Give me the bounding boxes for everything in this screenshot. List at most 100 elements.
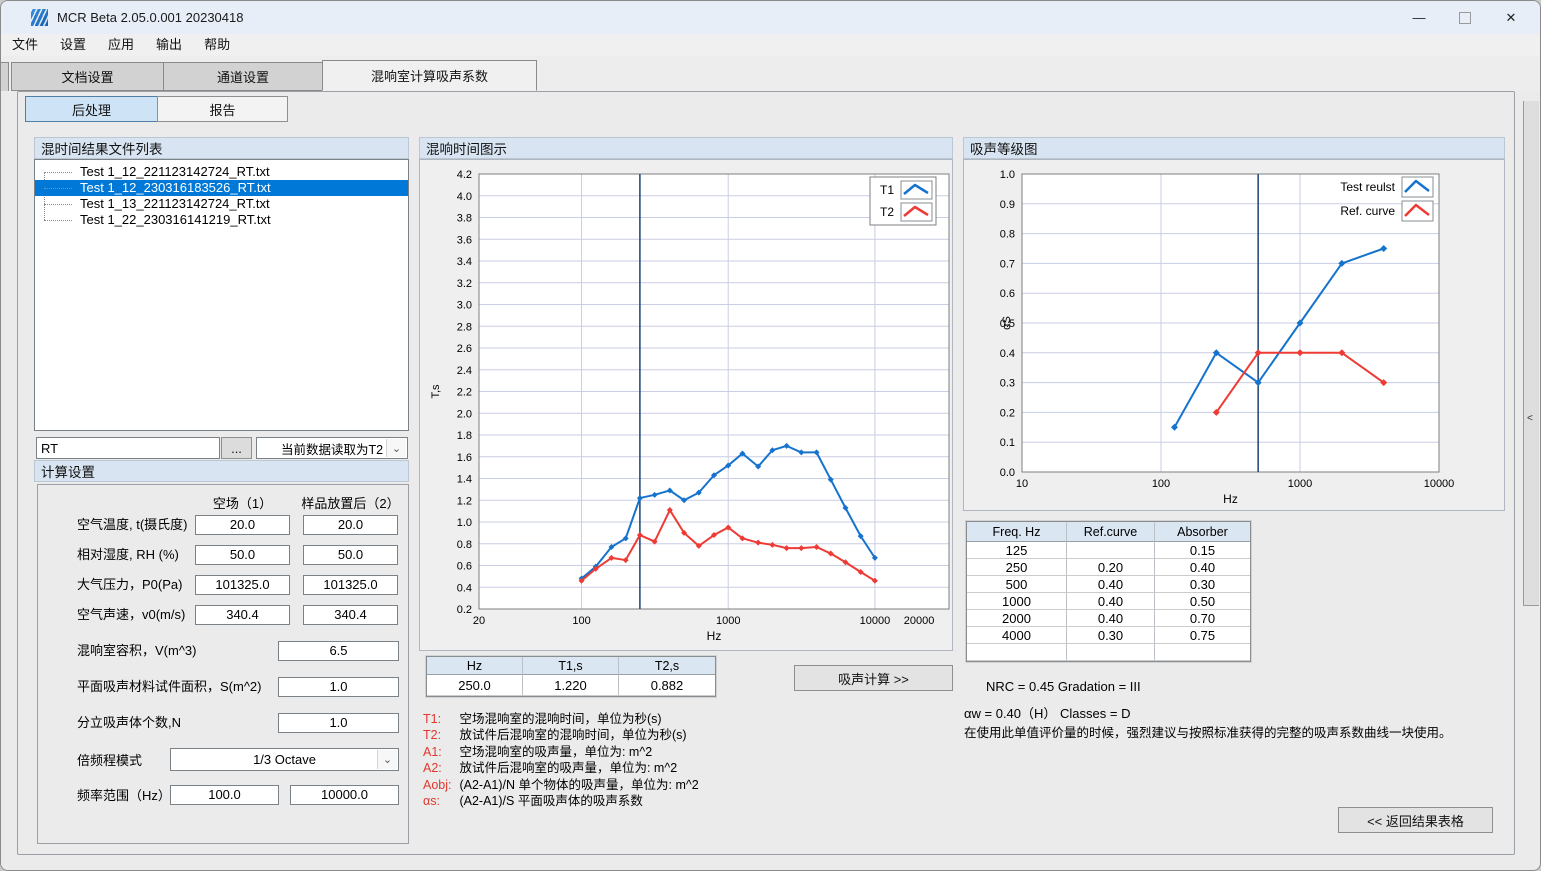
alpha-w-result-text: αw = 0.40（H） Classes = D [964, 703, 1130, 722]
table-row[interactable]: 2500.200.40 [967, 559, 1250, 576]
svg-text:0.2: 0.2 [457, 604, 472, 616]
calc-field-single[interactable]: 6.5 [278, 641, 399, 661]
file-list-panel-header: 混时间结果文件列表 [34, 137, 409, 159]
table-row[interactable]: 10000.400.50 [967, 593, 1250, 610]
svg-text:4.2: 4.2 [457, 169, 472, 181]
freq-min-input[interactable]: 100.0 [170, 785, 279, 805]
menu-settings[interactable]: 设置 [49, 34, 97, 56]
grade-chart-panel-header: 吸声等级图 [963, 137, 1505, 159]
calc-field-empty-room[interactable]: 340.4 [195, 605, 290, 625]
grade-chart[interactable]: 0.00.10.20.30.40.50.60.70.80.91.01010010… [964, 160, 1504, 510]
close-button[interactable]: ✕ [1488, 1, 1534, 34]
menu-output[interactable]: 输出 [145, 34, 193, 56]
svg-text:Hz: Hz [707, 629, 722, 643]
definition-line: Aobj: (A2-A1)/N 单个物体的吸声量，单位为: m^2 [423, 777, 699, 793]
svg-text:T1: T1 [880, 183, 894, 197]
grade-table-cell [1155, 644, 1250, 661]
menu-file[interactable]: 文件 [1, 34, 49, 56]
svg-text:1.0: 1.0 [1000, 169, 1015, 181]
grade-table-cell [1067, 644, 1155, 661]
window-title: MCR Beta 2.05.0.001 20230418 [57, 10, 243, 25]
subtab-report[interactable]: 报告 [157, 96, 288, 122]
svg-text:2.2: 2.2 [457, 387, 472, 399]
app-window: MCR Beta 2.05.0.001 20230418 — ✕ 文件设置应用输… [0, 0, 1541, 871]
svg-text:100: 100 [572, 615, 590, 627]
svg-text:100: 100 [1152, 478, 1170, 490]
definition-term: αs: [423, 793, 456, 809]
data-mode-dropdown[interactable]: 当前数据读取为T2 ⌄ [256, 437, 408, 459]
calc-field-single[interactable]: 1.0 [278, 713, 399, 733]
table-row[interactable]: 250.01.2200.882 [427, 675, 715, 696]
calc-settings-box: 空场（1）样品放置后（2）空气温度, t(摄氏度)20.020.0相对湿度, R… [37, 484, 409, 844]
window-controls: — ✕ [1396, 1, 1534, 34]
calc-field-empty-room[interactable]: 20.0 [195, 515, 290, 535]
freq-max-input[interactable]: 10000.0 [290, 785, 399, 805]
table-row[interactable]: 1250.15 [967, 542, 1250, 559]
grade-chart-frame: 0.00.10.20.30.40.50.60.70.80.91.01010010… [963, 159, 1505, 511]
table-header-row: Freq. HzRef.curveAbsorber [967, 522, 1250, 542]
grade-table-cell: 125 [967, 542, 1067, 559]
tab-reverb-absorption[interactable]: 混响室计算吸声系数 [322, 60, 537, 91]
file-list-item[interactable]: Test 1_12_221123142724_RT.txt [35, 164, 408, 180]
rt-file-list: Test 1_12_221123142724_RT.txtTest 1_12_2… [34, 159, 409, 431]
svg-text:10000: 10000 [860, 615, 891, 627]
calc-field-with-sample[interactable]: 20.0 [303, 515, 398, 535]
chevron-down-icon[interactable]: ⌄ [386, 439, 406, 457]
file-list-item[interactable]: Test 1_22_230316141219_RT.txt [35, 212, 408, 228]
grade-table-cell: 2000 [967, 610, 1067, 627]
svg-text:3.4: 3.4 [457, 256, 472, 268]
calc-field-empty-room[interactable]: 50.0 [195, 545, 290, 565]
definition-term: Aobj: [423, 777, 456, 793]
tab-strip: 文档设置通道设置混响室计算吸声系数 [1, 56, 1540, 91]
svg-text:1.2: 1.2 [457, 495, 472, 507]
maximize-button[interactable] [1442, 1, 1488, 34]
svg-text:0.9: 0.9 [1000, 199, 1015, 211]
browse-button[interactable]: ... [221, 437, 252, 459]
calc-field-with-sample[interactable]: 101325.0 [303, 575, 398, 595]
definition-line: A1: 空场混响室的吸声量，单位为: m^2 [423, 744, 699, 760]
rt-chart-panel-header: 混响时间图示 [419, 137, 953, 159]
maximize-icon [1459, 12, 1471, 24]
calc-field-with-sample[interactable]: 340.4 [303, 605, 398, 625]
calc-field-empty-room[interactable]: 101325.0 [195, 575, 290, 595]
file-list-item[interactable]: Test 1_13_221123142724_RT.txt [35, 196, 408, 212]
grade-table-cell [1067, 542, 1155, 559]
table-row[interactable] [967, 644, 1250, 661]
app-logo-icon [31, 9, 48, 26]
panel-collapse-splitter[interactable]: < [1523, 101, 1539, 606]
octave-mode-label: 倍频程模式 [77, 751, 142, 771]
data-mode-value: 当前数据读取为T2 [281, 439, 383, 458]
svg-text:2.0: 2.0 [457, 408, 472, 420]
chevron-down-icon[interactable]: ⌄ [377, 750, 397, 769]
svg-text:0.8: 0.8 [1000, 229, 1015, 241]
calc-field-with-sample[interactable]: 50.0 [303, 545, 398, 565]
definition-desc: (A2-A1)/S 平面吸声体的吸声系数 [456, 794, 643, 808]
table-header-cell: T2,s [619, 657, 715, 675]
return-results-button[interactable]: << 返回结果表格 [1338, 807, 1493, 833]
tab-document-settings[interactable]: 文档设置 [11, 62, 164, 91]
rt-readout-cell: 0.882 [619, 675, 715, 696]
menu-help[interactable]: 帮助 [193, 34, 241, 56]
calc-field-single[interactable]: 1.0 [278, 677, 399, 697]
rt-name-input[interactable]: RT [36, 437, 220, 459]
svg-text:0.4: 0.4 [457, 582, 472, 594]
definition-desc: 空场混响室的吸声量，单位为: m^2 [456, 745, 652, 759]
rt-chart-frame: 0.20.40.60.81.01.21.41.61.82.02.22.42.62… [419, 159, 953, 651]
subtab-postprocess[interactable]: 后处理 [25, 96, 158, 122]
menu-apply[interactable]: 应用 [97, 34, 145, 56]
octave-mode-dropdown[interactable]: 1/3 Octave⌄ [170, 748, 399, 771]
main-content: 混时间结果文件列表 Test 1_12_221123142724_RT.txtT… [1, 91, 1540, 870]
nrc-result-text: NRC = 0.45 Gradation = III [986, 679, 1141, 694]
table-row[interactable]: 5000.400.30 [967, 576, 1250, 593]
definition-term: T1: [423, 711, 456, 727]
table-row[interactable]: 40000.300.75 [967, 627, 1250, 644]
svg-text:1000: 1000 [716, 615, 740, 627]
file-list-item[interactable]: Test 1_12_230316183526_RT.txt [35, 180, 408, 196]
tab-channel-settings[interactable]: 通道设置 [163, 62, 323, 91]
rt-chart[interactable]: 0.20.40.60.81.01.21.41.61.82.02.22.42.62… [420, 160, 952, 650]
absorb-calc-button[interactable]: 吸声计算 >> [794, 665, 953, 691]
svg-text:1000: 1000 [1288, 478, 1312, 490]
table-row[interactable]: 20000.400.70 [967, 610, 1250, 627]
freq-range-label: 频率范围（Hz） [77, 786, 171, 806]
minimize-button[interactable]: — [1396, 1, 1442, 34]
